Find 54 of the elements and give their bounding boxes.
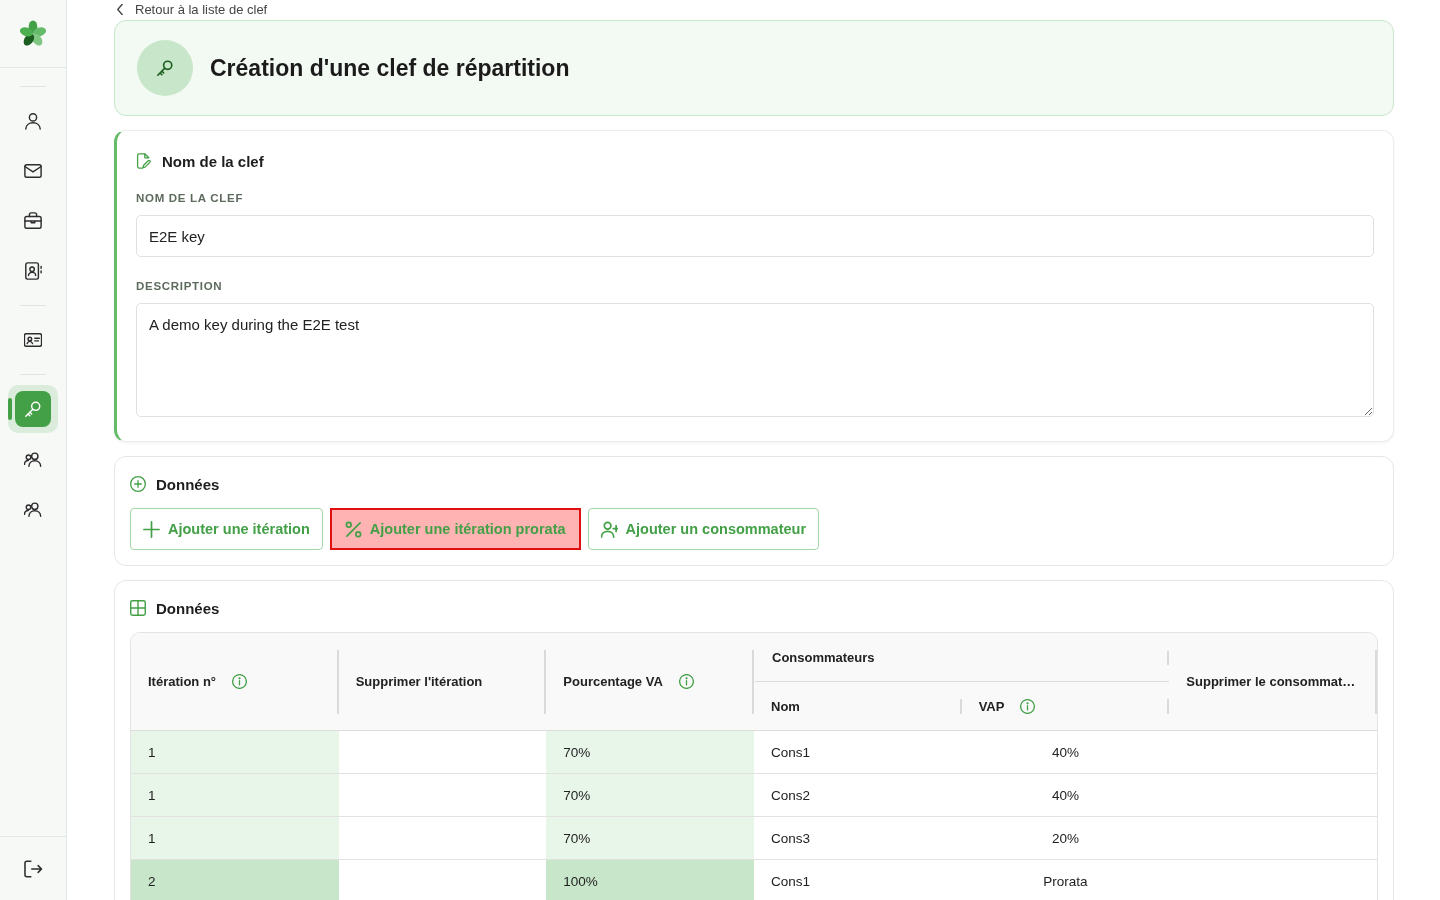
plus-icon xyxy=(143,520,160,538)
clover-logo-icon[interactable] xyxy=(19,19,47,48)
column-header: Supprimer l'itération xyxy=(355,674,483,689)
selection-indicator xyxy=(8,398,12,420)
table-cell-text: 40% xyxy=(1050,786,1080,805)
info-icon[interactable] xyxy=(678,674,694,689)
field-label: DESCRIPTION xyxy=(136,280,223,292)
briefcase-icon xyxy=(24,212,42,230)
chevron-left-icon xyxy=(117,3,123,15)
field-label: NOM DE LA CLEF xyxy=(136,192,244,204)
info-icon[interactable] xyxy=(1020,698,1036,714)
users-icon xyxy=(24,500,42,518)
grid-icon xyxy=(130,600,146,616)
table-cell: 1 xyxy=(131,774,339,816)
table-cell-text: 40% xyxy=(1050,743,1080,762)
text-area[interactable]: A demo key during the E2E test xyxy=(136,303,1374,417)
user-plus-icon xyxy=(600,520,618,538)
key-icon xyxy=(137,40,193,96)
column-header: Consommateurs xyxy=(772,649,875,665)
key-icon xyxy=(15,391,51,427)
table-cell: 1 xyxy=(131,731,339,773)
info-icon[interactable] xyxy=(232,674,248,689)
users-icon xyxy=(24,450,42,468)
input-field[interactable]: E2E key xyxy=(136,215,1374,257)
table-cell-text: Cons2 xyxy=(770,786,812,805)
table-cell: 70% xyxy=(546,817,754,859)
table-cell-text: Cons1 xyxy=(770,872,812,891)
percent-icon xyxy=(344,520,362,538)
table-cell-text: Cons3 xyxy=(770,829,812,848)
column-header: Pourcentage VA xyxy=(563,674,663,689)
column-header: Itération n° xyxy=(148,674,217,689)
table-cell: 70% xyxy=(546,774,754,816)
table-cell: 70% xyxy=(546,731,754,773)
back-link[interactable]: Retour à la liste de clef xyxy=(114,0,1394,18)
column-header: Nom xyxy=(771,698,800,714)
contact-book-icon xyxy=(24,262,42,280)
table-cell: 1 xyxy=(131,817,339,859)
person-icon xyxy=(24,112,42,130)
id-card-icon xyxy=(24,331,42,349)
section-title: Données xyxy=(156,599,220,617)
edit-file-icon xyxy=(136,153,152,169)
logout-icon[interactable] xyxy=(23,859,43,878)
plus-circle-icon xyxy=(130,476,146,492)
section-title: Nom de la clef xyxy=(162,152,264,170)
column-header: VAP xyxy=(978,698,1005,714)
mail-icon xyxy=(24,162,42,180)
table-cell: 100% xyxy=(546,860,754,900)
column-header: Supprimer le consommat… xyxy=(1186,674,1356,689)
section-title: Données xyxy=(156,475,220,493)
table-cell-text: Cons1 xyxy=(770,743,812,762)
table-cell: 2 xyxy=(131,860,339,900)
table-cell-text: 20% xyxy=(1050,829,1080,848)
page-title: Création d'une clef de répartition xyxy=(210,54,570,82)
table-cell-text: Prorata xyxy=(1042,872,1089,891)
